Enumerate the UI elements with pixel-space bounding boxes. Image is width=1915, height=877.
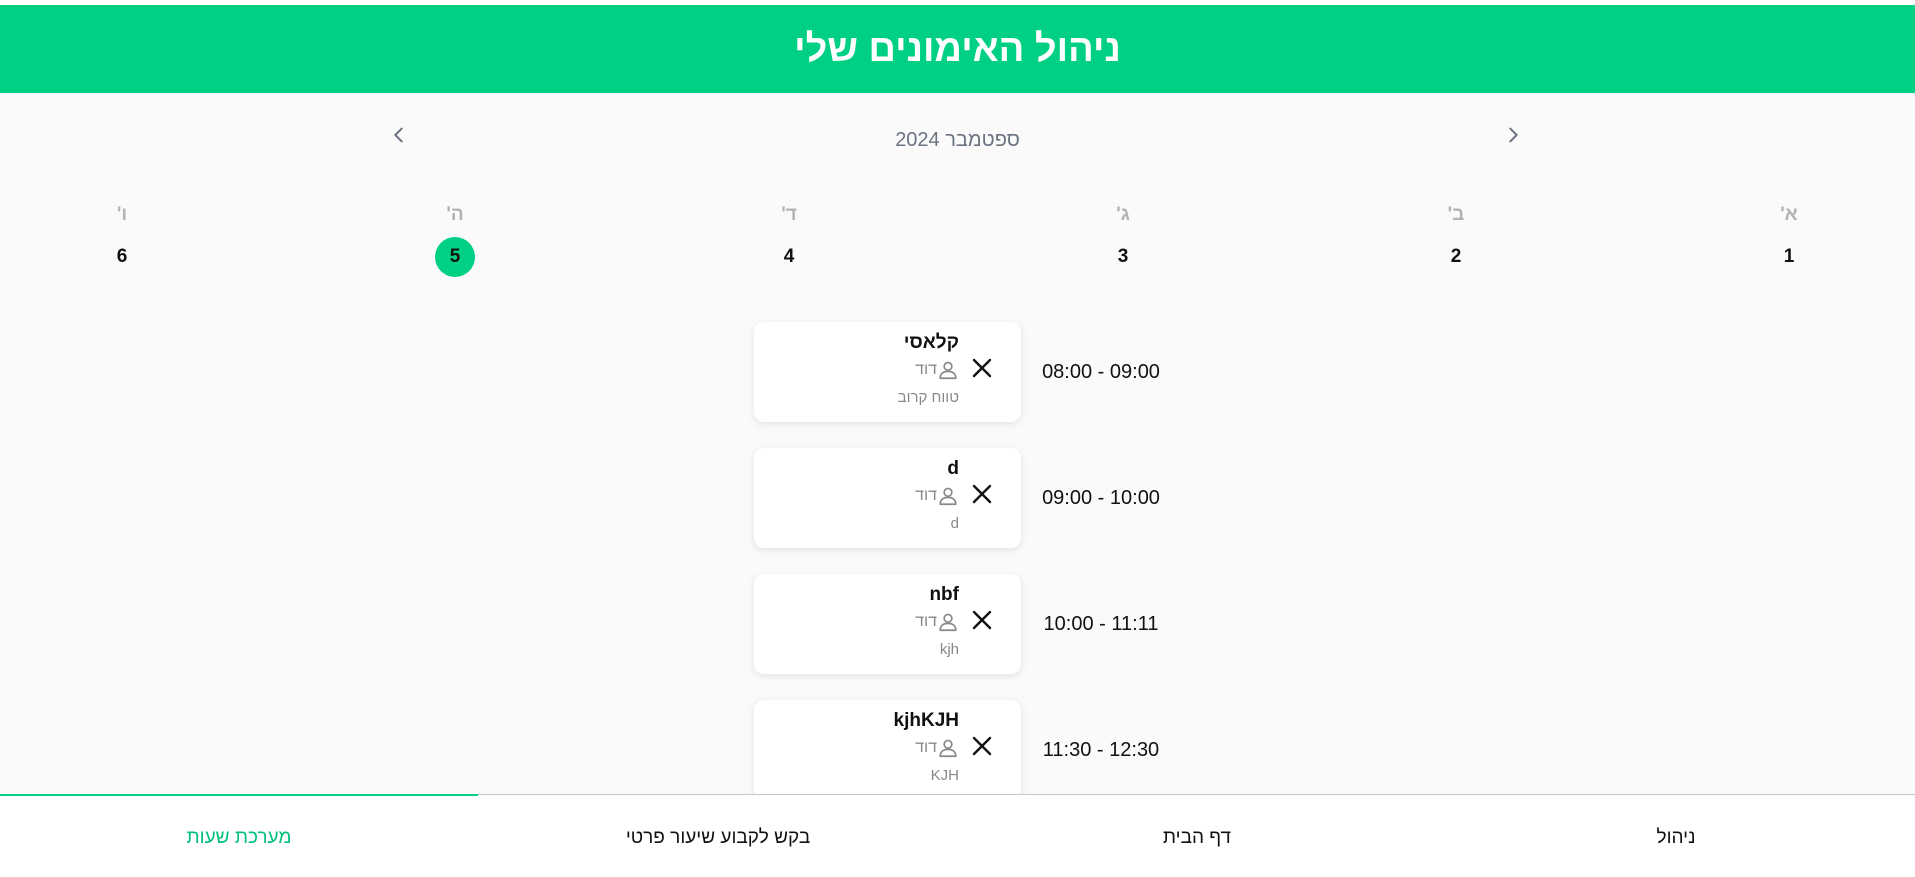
session-time: 10:00 - 11:11: [1043, 613, 1159, 635]
bottom-nav: ניהול דף הבית בקש לקבוע שיעור פרטי מערכת…: [0, 794, 1915, 877]
session-subtitle: טווח קרוב: [897, 389, 959, 406]
session-card[interactable]: d דוד d: [754, 448, 1021, 548]
session-subtitle: kjh: [939, 641, 959, 658]
day-number[interactable]: 3: [1103, 237, 1143, 277]
next-month-button[interactable]: [1502, 124, 1524, 146]
month-label: ספטמבר 2024: [895, 129, 1020, 151]
day-name: ה': [446, 204, 464, 225]
session-title: קלאסי: [903, 332, 959, 353]
trainer-name: דוד: [915, 361, 937, 378]
chevron-right-icon: [1509, 127, 1518, 143]
session-trainer: דוד: [915, 359, 959, 381]
day-name: ב': [1447, 204, 1465, 225]
nav-item-private-lesson-request[interactable]: בקש לקבוע שיעור פרטי: [479, 827, 957, 849]
session-card[interactable]: nbf דוד kjh: [754, 574, 1021, 674]
day-column[interactable]: ד' 4: [759, 203, 819, 277]
session-subtitle: d: [950, 515, 959, 532]
person-icon: [939, 613, 957, 632]
session-time: 09:00 - 10:00: [1042, 487, 1160, 509]
session-trainer: דוד: [915, 611, 959, 633]
day-column[interactable]: א' 1: [1759, 203, 1819, 277]
close-icon: [972, 358, 992, 378]
session-time: 11:30 - 12:30: [1042, 739, 1160, 761]
remove-session-button[interactable]: [970, 482, 994, 506]
app-header: ניהול האימונים שלי: [0, 5, 1915, 93]
session-title: kjhKJH: [893, 710, 959, 731]
day-number[interactable]: 6: [102, 237, 142, 277]
session-time: 08:00 - 09:00: [1042, 361, 1160, 383]
close-icon: [972, 484, 992, 504]
day-number[interactable]: 1: [1769, 237, 1809, 277]
day-number[interactable]: 2: [1436, 237, 1476, 277]
session-trainer: דוד: [915, 485, 959, 507]
day-column[interactable]: ג' 3: [1093, 203, 1153, 277]
trainer-name: דוד: [915, 487, 937, 504]
session-title: d: [947, 458, 959, 479]
session-card[interactable]: kjhKJH דוד KJH: [754, 700, 1021, 794]
day-column[interactable]: ו' 6: [92, 203, 152, 277]
session-card[interactable]: קלאסי דוד טווח קרוב: [754, 322, 1021, 422]
day-column[interactable]: ב' 2: [1426, 203, 1486, 277]
trainer-name: דוד: [915, 613, 937, 630]
day-name: ג': [1116, 204, 1130, 225]
session-trainer: דוד: [915, 737, 959, 759]
session-subtitle: KJH: [930, 767, 959, 784]
nav-item-home[interactable]: דף הבית: [958, 827, 1436, 849]
nav-item-admin[interactable]: ניהול: [1437, 827, 1915, 849]
close-icon: [972, 736, 992, 756]
person-icon: [939, 361, 957, 380]
app-page: ניהול האימונים שלי ספטמבר 2024 א' 1 ב' 2…: [0, 0, 1915, 877]
person-icon: [939, 739, 957, 758]
remove-session-button[interactable]: [970, 734, 994, 758]
trainer-name: דוד: [915, 739, 937, 756]
nav-item-schedule[interactable]: מערכת שעות: [0, 827, 478, 849]
day-name: ד': [781, 204, 797, 225]
remove-session-button[interactable]: [970, 608, 994, 632]
page-title: ניהול האימונים שלי: [794, 27, 1121, 70]
session-title: nbf: [929, 584, 959, 605]
schedule-content[interactable]: ספטמבר 2024 א' 1 ב' 2 ג' 3 ד' 4 ה' 5 ו': [0, 93, 1915, 794]
day-name: ו': [116, 204, 128, 225]
person-icon: [939, 487, 957, 506]
close-icon: [972, 610, 992, 630]
day-number[interactable]: 4: [769, 237, 809, 277]
selected-day-number[interactable]: 5: [435, 237, 475, 277]
day-column-selected[interactable]: ה' 5: [425, 203, 485, 277]
day-name: א': [1780, 204, 1798, 225]
remove-session-button[interactable]: [970, 356, 994, 380]
active-tab-indicator: [0, 794, 478, 796]
